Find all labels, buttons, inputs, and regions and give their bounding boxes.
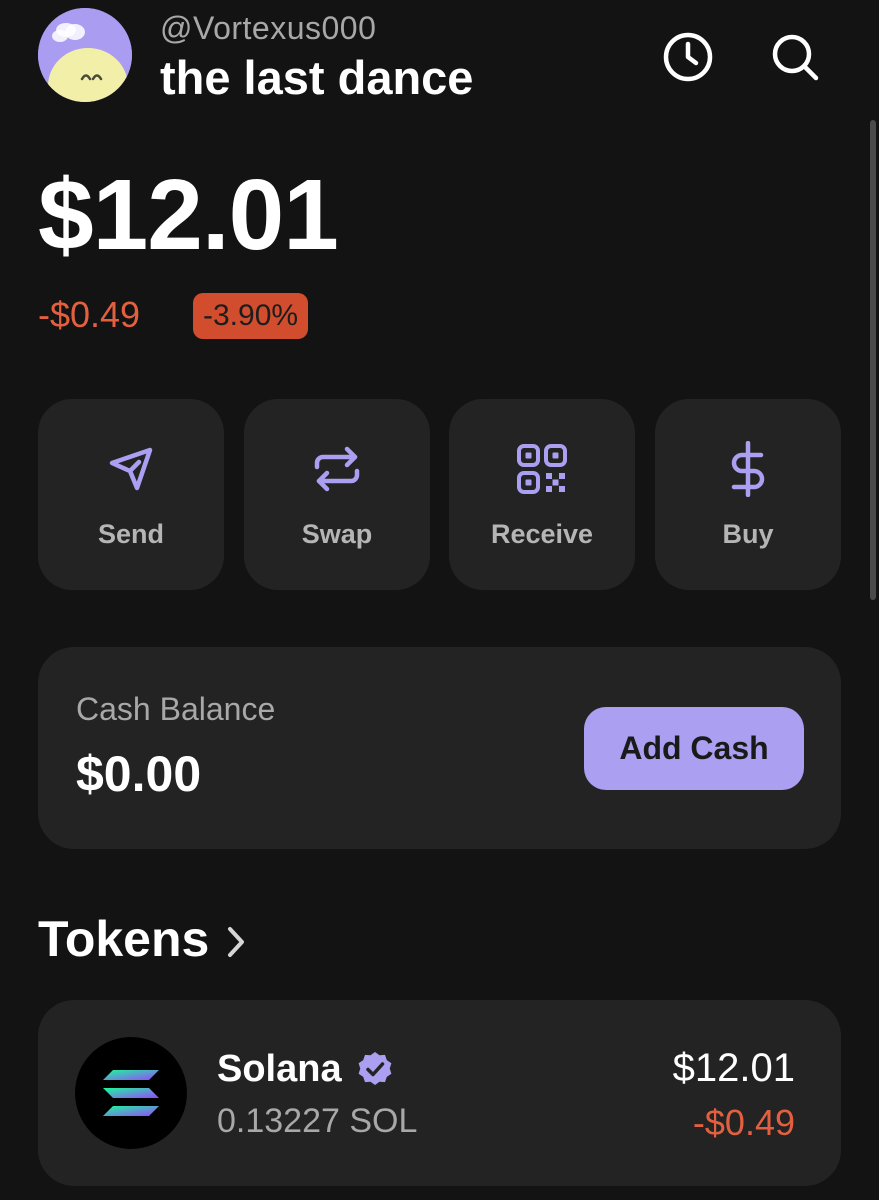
avatar-ghost-icon bbox=[38, 8, 132, 102]
clock-icon bbox=[663, 32, 713, 82]
swap-icon bbox=[314, 446, 360, 492]
send-label: Send bbox=[97, 519, 164, 549]
send-button[interactable]: Send bbox=[38, 399, 224, 590]
qr-code-icon bbox=[517, 444, 567, 494]
wallet-handle: @Vortexus000 bbox=[160, 10, 377, 46]
receive-label: Receive bbox=[490, 519, 594, 549]
dollar-icon bbox=[731, 441, 765, 497]
swap-button[interactable]: Swap bbox=[244, 399, 430, 590]
history-button[interactable] bbox=[659, 28, 717, 86]
receive-button[interactable]: Receive bbox=[449, 399, 635, 590]
tokens-header[interactable]: Tokens bbox=[38, 910, 247, 968]
send-icon bbox=[109, 447, 153, 491]
chevron-right-icon bbox=[228, 927, 245, 957]
buy-label: Buy bbox=[722, 519, 774, 549]
avatar[interactable] bbox=[38, 8, 132, 102]
wallet-name[interactable]: the last dance bbox=[160, 50, 473, 105]
verified-badge-icon bbox=[358, 1052, 392, 1085]
solana-logo-icon bbox=[75, 1037, 187, 1149]
total-balance: $12.01 bbox=[38, 159, 339, 271]
action-buttons: Send Swap Receive Buy bbox=[38, 399, 841, 590]
cash-balance-label: Cash Balance bbox=[76, 691, 276, 727]
buy-button[interactable]: Buy bbox=[655, 399, 841, 590]
cash-balance-card: Cash Balance $0.00 Add Cash bbox=[38, 647, 841, 849]
search-button[interactable] bbox=[766, 28, 824, 86]
solana-bars-icon bbox=[103, 1070, 159, 1116]
token-change: -$0.49 bbox=[692, 1102, 795, 1143]
token-name: Solana bbox=[217, 1048, 342, 1090]
cash-balance-value: $0.00 bbox=[76, 746, 202, 802]
scrollbar[interactable] bbox=[870, 120, 876, 600]
tokens-title: Tokens bbox=[38, 911, 210, 967]
balance-change-amount: -$0.49 bbox=[38, 294, 141, 335]
add-cash-button[interactable]: Add Cash bbox=[584, 707, 804, 790]
wallet-home: @Vortexus000 the last dance $12.01 -$0.4… bbox=[0, 0, 879, 1200]
token-value: $12.01 bbox=[672, 1046, 795, 1090]
token-row-solana[interactable]: Solana 0.13227 SOL $12.01 -$0.49 bbox=[38, 1000, 841, 1186]
balance-change-percent-badge: -3.90% bbox=[193, 293, 309, 339]
token-amount: 0.13227 SOL bbox=[217, 1102, 418, 1140]
search-icon bbox=[772, 34, 819, 81]
swap-label: Swap bbox=[301, 519, 373, 549]
